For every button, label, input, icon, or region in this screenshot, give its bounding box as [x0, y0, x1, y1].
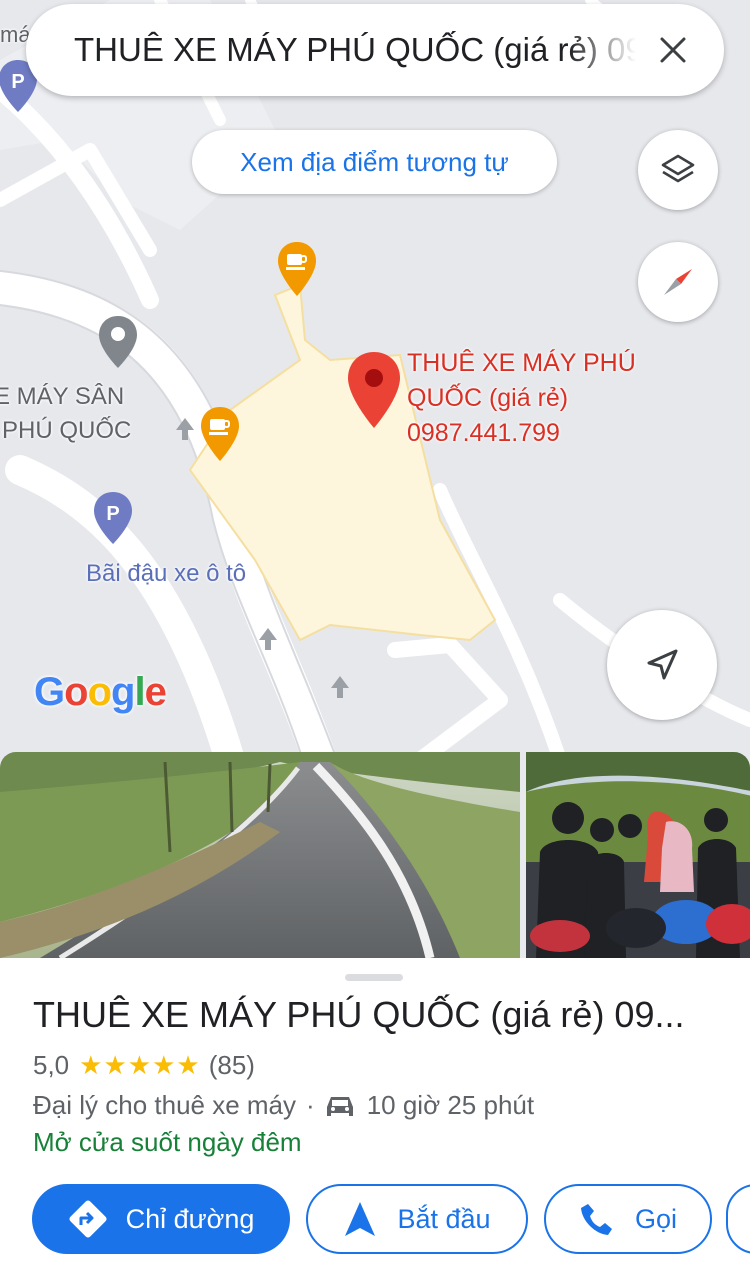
place-category: Đại lý cho thuê xe máy: [33, 1090, 297, 1120]
road-photo[interactable]: [0, 752, 520, 958]
google-logo-letter: G: [34, 670, 65, 714]
poi-map-label-line: PHÚ QUỐC: [2, 417, 132, 444]
separator: ·: [306, 1090, 315, 1120]
navigation-arrow-icon: [345, 1202, 376, 1236]
place-title: THUÊ XE MÁY PHÚ QUỐC (giá rẻ) 09...: [33, 994, 685, 1035]
car-icon: [326, 1096, 353, 1116]
search-query[interactable]: THUÊ XE MÁY PHÚ QUỐC (giá rẻ) 0987.441.7…: [74, 31, 636, 69]
review-count: (85): [208, 1050, 255, 1080]
search-bar[interactable]: THUÊ XE MÁY PHÚ QUỐC (giá rẻ) 0987.441.7…: [26, 4, 724, 96]
place-map-label-line: QUỐC (giá rẻ): [407, 384, 569, 412]
phone-icon: [580, 1204, 612, 1235]
place-map-label-line: THUÊ XE MÁY PHÚ: [407, 349, 636, 377]
start-label: Bắt đầu: [397, 1203, 491, 1234]
customers-photo[interactable]: [526, 752, 750, 958]
directions-label: Chỉ đường: [125, 1203, 255, 1234]
google-logo-letter: l: [134, 670, 145, 714]
open-hours: Mở cửa suốt ngày đêm: [33, 1127, 302, 1157]
poi-map-label[interactable]: E MÁY SÂN PHÚ QUỐC: [0, 380, 131, 448]
compass-button[interactable]: [638, 242, 718, 322]
rating-value: 5,0: [33, 1050, 70, 1080]
rating-row[interactable]: 5,0 ★★★★★ (85): [33, 1050, 255, 1081]
directions-icon: [69, 1200, 107, 1238]
similar-places-chip[interactable]: Xem địa điểm tương tự: [192, 130, 557, 194]
start-button[interactable]: Bắt đầu: [306, 1184, 528, 1254]
map-view[interactable]: P P má THUÊ XE MÁY PHÚ QUỐC (giá rẻ) 098…: [0, 0, 750, 760]
close-icon[interactable]: [650, 27, 696, 73]
cafe-pin-icon[interactable]: [276, 240, 318, 298]
drag-handle[interactable]: [345, 974, 403, 981]
parking-pin-icon[interactable]: P: [91, 490, 135, 546]
parking-map-label[interactable]: Bãi đậu xe ô tô: [86, 557, 246, 591]
selected-place-pin-icon[interactable]: [346, 350, 402, 430]
layers-icon: [661, 154, 695, 183]
my-location-button[interactable]: [607, 610, 717, 720]
location-pin-icon[interactable]: [96, 314, 140, 370]
place-map-label-line: 0987.441.799: [407, 419, 560, 447]
my-location-icon: [647, 649, 678, 680]
photo-carousel[interactable]: [0, 752, 750, 958]
place-sheet[interactable]: THUÊ XE MÁY PHÚ QUỐC (giá rẻ) 09... 5,0 …: [0, 958, 750, 1274]
more-actions-button[interactable]: [726, 1184, 750, 1254]
google-logo: Google: [34, 670, 167, 715]
travel-time: 10 giờ 25 phút: [366, 1090, 535, 1120]
cafe-pin-icon[interactable]: [199, 405, 241, 463]
google-logo-letter: e: [144, 670, 167, 714]
place-meta: Đại lý cho thuê xe máy · 10 giờ 25 phút: [33, 1090, 534, 1121]
svg-text:P: P: [106, 503, 119, 525]
directions-button[interactable]: Chỉ đường: [32, 1184, 290, 1254]
google-logo-letter: o: [64, 670, 88, 714]
svg-text:P: P: [11, 71, 24, 93]
compass-icon: [664, 269, 692, 295]
call-label: Gọi: [634, 1203, 678, 1234]
place-map-label[interactable]: THUÊ XE MÁY PHÚ QUỐC (giá rẻ) 0987.441.7…: [407, 346, 636, 451]
poi-map-label-line: E MÁY SÂN: [0, 383, 125, 410]
google-logo-letter: o: [87, 670, 112, 714]
google-logo-letter: g: [111, 670, 135, 714]
star-rating-icon: ★★★★★: [79, 1050, 201, 1080]
call-button[interactable]: Gọi: [544, 1184, 712, 1254]
layers-button[interactable]: [638, 130, 718, 210]
